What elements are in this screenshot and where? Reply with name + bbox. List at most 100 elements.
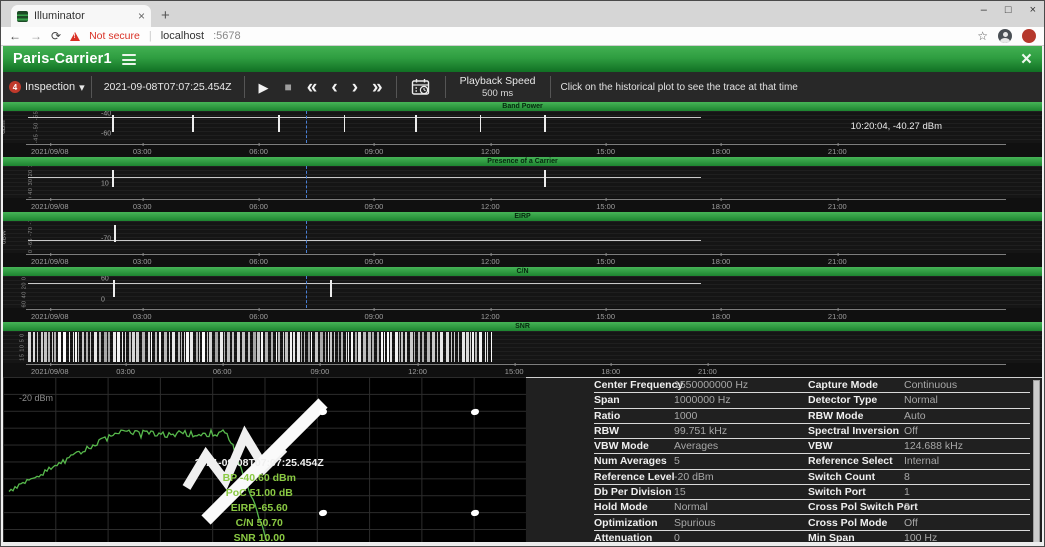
param-value: 1000 xyxy=(674,410,808,422)
browser-tab[interactable]: Illuminator × xyxy=(11,5,151,27)
not-secure-label[interactable]: Not secure xyxy=(89,30,140,42)
param-value: 8 xyxy=(904,471,1030,483)
snr-bar xyxy=(414,332,415,363)
playback-toolbar: 4 Inspection ▾ 2021-09-08T07:07:25.454Z … xyxy=(3,72,1042,102)
chart-plot-band-power[interactable]: dBm-40 -45 -50 -55 -60-40-6010:20:04, -4… xyxy=(3,111,1042,143)
snr-bar xyxy=(405,332,407,363)
snr-bar xyxy=(485,332,486,363)
time-axis-tick: 06:00 xyxy=(249,147,268,156)
browser-menu-icon[interactable] xyxy=(1022,29,1036,43)
spectrum-metric-line: BP -40.60 dBm xyxy=(129,471,391,486)
param-label: Cross Pol Switch Port xyxy=(808,501,904,513)
chart-plot-eirp[interactable]: dBW-60 -65 -70 -75-70 xyxy=(3,221,1042,253)
time-axis-tick: 12:00 xyxy=(481,312,500,321)
app-favicon-icon xyxy=(17,11,28,22)
time-axis-tick: 03:00 xyxy=(133,312,152,321)
url-port[interactable]: :5678 xyxy=(213,30,241,42)
snr-bar xyxy=(283,332,284,363)
snr-bar xyxy=(232,332,234,363)
inspection-dropdown[interactable]: Inspection ▾ xyxy=(25,81,85,94)
spectrum-metric-line: C/N 50.70 xyxy=(129,516,391,531)
forward-icon[interactable]: → xyxy=(30,30,42,42)
time-axis-tick: 2021/09/08 xyxy=(31,202,69,211)
time-axis-tick: 21:00 xyxy=(828,257,847,266)
param-label: VBW Mode xyxy=(594,440,674,452)
snr-bar xyxy=(387,332,389,363)
spectrum-panel[interactable]: -20 dBm -170 dBm 2021-09-08T07:07:25.454… xyxy=(3,377,526,546)
param-value: 1550000000 Hz xyxy=(674,379,808,391)
snr-bar xyxy=(82,332,84,363)
table-scrollbar[interactable] xyxy=(1033,380,1040,543)
playhead-cursor[interactable] xyxy=(306,276,307,308)
back-icon[interactable]: ← xyxy=(9,30,21,42)
table-row: Ratio1000RBW ModeAuto xyxy=(594,409,1030,424)
new-tab-button[interactable]: + xyxy=(161,7,170,24)
param-label: Hold Mode xyxy=(594,501,674,513)
y-tick-label: 60 xyxy=(101,276,109,282)
window-close-button[interactable]: × xyxy=(1030,4,1036,16)
snr-bar xyxy=(207,332,208,363)
param-value: Normal xyxy=(674,501,808,513)
playhead-cursor[interactable] xyxy=(306,111,307,143)
playhead-cursor[interactable] xyxy=(306,166,307,198)
time-axis-tick: 2021/09/08 xyxy=(31,312,69,321)
y-axis-unit: dBm xyxy=(3,120,7,133)
snr-bar xyxy=(451,332,452,363)
chart-plot-c-n[interactable]: dB60 40 20 0600 xyxy=(3,276,1042,308)
playback-speed[interactable]: Playback Speed 500 ms xyxy=(452,75,544,100)
browser-tab-strip: Illuminator × + – □ × xyxy=(1,1,1044,27)
url-host[interactable]: localhost xyxy=(161,30,204,42)
param-label: Num Averages xyxy=(594,455,674,467)
reload-icon[interactable]: ⟳ xyxy=(51,30,61,42)
profile-avatar-icon[interactable] xyxy=(998,29,1012,43)
snr-bar xyxy=(190,332,193,363)
step-back-button[interactable]: ‹ xyxy=(324,78,344,97)
playhead-cursor[interactable] xyxy=(306,221,307,253)
snr-bar xyxy=(104,332,107,363)
y-tick-label: 10 xyxy=(101,180,109,187)
param-label: Detector Type xyxy=(808,394,904,406)
snr-bar xyxy=(199,332,200,363)
param-value: Off xyxy=(904,517,1030,529)
tab-close-icon[interactable]: × xyxy=(138,10,145,22)
stop-button[interactable]: ■ xyxy=(277,81,300,93)
snr-bar xyxy=(122,332,123,363)
snr-bar xyxy=(48,332,50,363)
bookmark-star-icon[interactable]: ☆ xyxy=(977,29,988,43)
calendar-button[interactable] xyxy=(403,78,439,96)
chart-plot-snr[interactable]: dB15 10 5 0 xyxy=(3,331,1042,363)
snr-bar xyxy=(99,332,101,363)
browser-url-bar: ← → ⟳ ! Not secure | localhost :5678 ☆ xyxy=(1,27,1044,46)
panel-close-icon[interactable]: × xyxy=(1021,50,1032,69)
step-forward-button[interactable]: › xyxy=(345,78,365,97)
fast-rewind-button[interactable]: « xyxy=(300,78,325,97)
snr-bar xyxy=(297,332,300,363)
time-axis-tick: 09:00 xyxy=(365,147,384,156)
table-row: Center Frequency1550000000 HzCapture Mod… xyxy=(594,378,1030,393)
snr-bar xyxy=(151,332,152,363)
param-value: 15 xyxy=(674,486,808,498)
fast-forward-button[interactable]: » xyxy=(365,78,390,97)
table-row: RBW99.751 kHzSpectral InversionOff xyxy=(594,424,1030,439)
table-row: Span1000000 HzDetector TypeNormal xyxy=(594,393,1030,408)
param-label: Reference Level xyxy=(594,471,674,483)
param-value: Auto xyxy=(904,410,1030,422)
snr-bar xyxy=(253,332,256,363)
snr-bar xyxy=(338,332,339,363)
browser-window: Illuminator × + – □ × ← → ⟳ ! Not secure… xyxy=(0,0,1045,547)
param-value: Normal xyxy=(904,394,1030,406)
time-axis-tick: 06:00 xyxy=(213,367,232,376)
time-axis-tick: 15:00 xyxy=(596,202,615,211)
table-row: VBW ModeAveragesVBW124.688 kHz xyxy=(594,439,1030,454)
time-axis-tick: 21:00 xyxy=(828,312,847,321)
time-axis-tick: 03:00 xyxy=(133,257,152,266)
not-secure-warning-icon: ! xyxy=(70,32,80,41)
chart-plot-presence-of-a-carrier[interactable]: dB50 40 30 20 1010 xyxy=(3,166,1042,198)
menu-hamburger-icon[interactable] xyxy=(122,54,136,65)
time-axis-tick: 21:00 xyxy=(698,367,717,376)
window-maximize-button[interactable]: □ xyxy=(1005,4,1012,16)
time-axis-tick: 15:00 xyxy=(505,367,524,376)
play-button[interactable]: ▶ xyxy=(251,81,277,94)
table-row: Hold ModeNormalCross Pol Switch Port2 xyxy=(594,500,1030,515)
window-minimize-button[interactable]: – xyxy=(981,4,987,16)
